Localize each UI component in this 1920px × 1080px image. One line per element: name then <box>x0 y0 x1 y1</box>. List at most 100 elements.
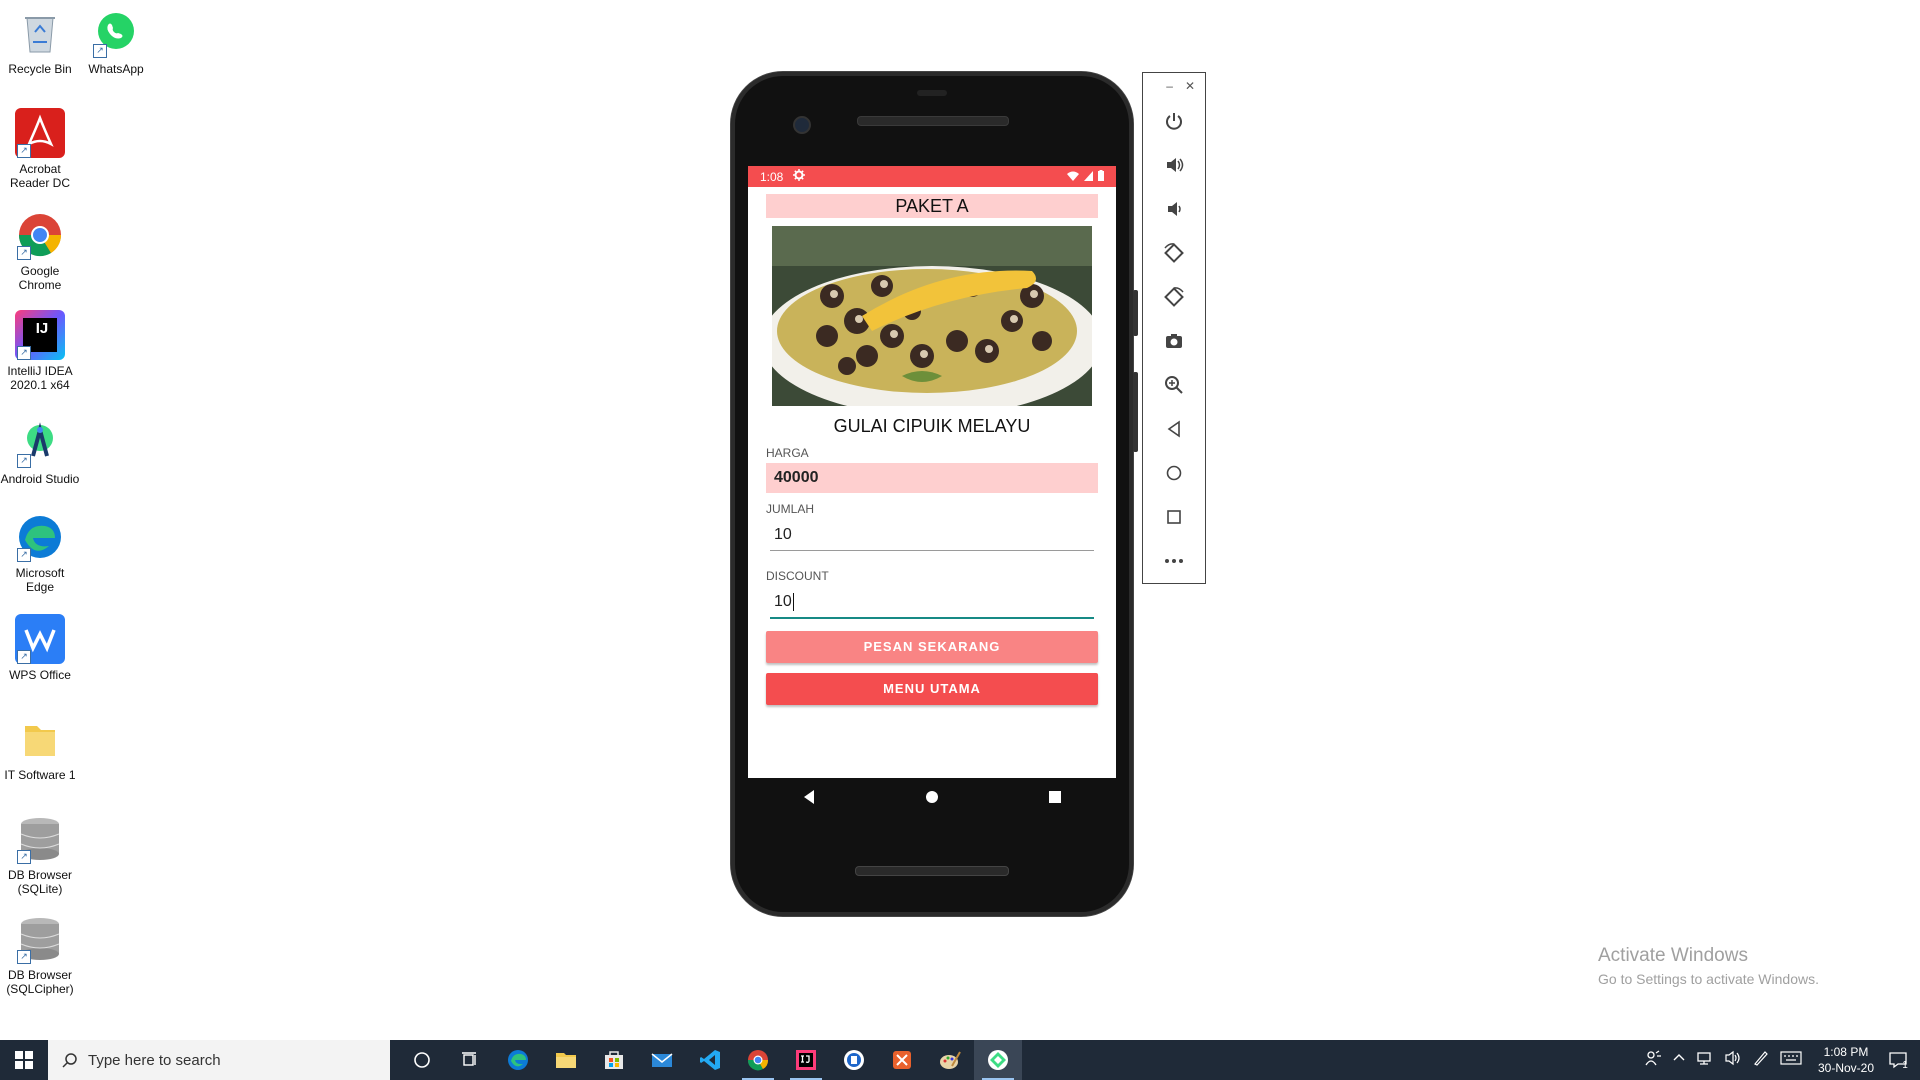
intellij-icon <box>796 1050 816 1070</box>
rotate-left-button[interactable] <box>1143 231 1205 275</box>
taskbar-edge[interactable] <box>494 1040 542 1080</box>
pesan-sekarang-button[interactable]: PESAN SEKARANG <box>766 631 1098 663</box>
desktop-icon-label: WhatsApp <box>88 62 144 76</box>
taskbar-android-emulator[interactable] <box>974 1040 1022 1080</box>
taskbar-file-explorer[interactable] <box>542 1040 590 1080</box>
overview-icon <box>1167 510 1181 524</box>
desktop-icon-intellij[interactable]: IJ ↗ IntelliJ IDEA 2020.1 x64 <box>0 310 80 392</box>
bottom-speaker <box>855 866 1009 876</box>
desktop-icon-it-software[interactable]: IT Software 1 <box>0 714 80 782</box>
taskbar-app-orange[interactable] <box>878 1040 926 1080</box>
edge-icon: ↗ <box>15 512 65 562</box>
overview-button[interactable] <box>1143 495 1205 539</box>
phone-screen: 1:08 PAKET A GULAI CIPUIK MELAYU HARGA 4… <box>748 166 1116 778</box>
volume-down-button[interactable] <box>1143 187 1205 231</box>
taskbar-vscode[interactable] <box>686 1040 734 1080</box>
menu-utama-button[interactable]: MENU UTAMA <box>766 673 1098 705</box>
minimize-icon[interactable]: – <box>1166 79 1173 93</box>
taskbar-search-box[interactable]: Type here to search <box>48 1040 390 1080</box>
back-icon <box>1167 420 1180 438</box>
task-view-button[interactable] <box>446 1040 494 1080</box>
speaker-icon[interactable] <box>1724 1050 1742 1071</box>
notification-center-button[interactable]: 1 <box>1884 1040 1912 1080</box>
taskbar-chrome[interactable] <box>734 1040 782 1080</box>
windows-logo-icon <box>15 1051 33 1069</box>
nav-overview-icon[interactable] <box>1047 789 1063 810</box>
taskbar-intellij[interactable] <box>782 1040 830 1080</box>
jumlah-label: JUMLAH <box>766 502 815 516</box>
dish-name: GULAI CIPUIK MELAYU <box>833 416 1031 436</box>
desktop-icon-db-browser-sqlite[interactable]: ↗ DB Browser (SQLite) <box>0 814 80 896</box>
wifi-icon <box>1067 170 1079 184</box>
desktop-icon-android-studio[interactable]: ↗ Android Studio <box>0 418 80 486</box>
desktop-icon-edge[interactable]: ↗ Microsoft Edge <box>0 512 80 594</box>
start-button[interactable] <box>0 1040 48 1080</box>
desktop-icon-whatsapp[interactable]: ↗ WhatsApp <box>76 8 156 76</box>
shortcut-arrow-icon: ↗ <box>93 44 107 58</box>
nav-home-icon[interactable] <box>924 789 940 810</box>
shortcut-arrow-icon: ↗ <box>17 850 31 864</box>
phone-top-slot <box>917 90 947 96</box>
discount-label: DISCOUNT <box>766 569 829 583</box>
desktop-icon-recycle-bin[interactable]: Recycle Bin <box>0 8 80 76</box>
taskbar-store[interactable] <box>590 1040 638 1080</box>
power-button[interactable] <box>1143 99 1205 143</box>
watermark-subtitle: Go to Settings to activate Windows. <box>1598 971 1819 987</box>
system-tray: 1:08 PM 30-Nov-20 1 <box>1644 1040 1920 1080</box>
discount-input[interactable]: 10 <box>770 587 1094 619</box>
taskbar-app-blue[interactable] <box>830 1040 878 1080</box>
back-button[interactable] <box>1143 407 1205 451</box>
edge-icon <box>508 1050 528 1070</box>
close-icon[interactable]: ✕ <box>1185 79 1195 93</box>
taskbar-mail[interactable] <box>638 1040 686 1080</box>
desktop-icon-wps[interactable]: ↗ WPS Office <box>0 614 80 682</box>
rotate-right-button[interactable] <box>1143 275 1205 319</box>
desktop-icon-label: Microsoft Edge <box>15 566 65 594</box>
desktop-icon-label: Acrobat Reader DC <box>9 162 71 190</box>
discount-input-value: 10 <box>774 593 792 610</box>
emulator-toolbar: – ✕ <box>1142 72 1206 584</box>
shortcut-arrow-icon: ↗ <box>17 548 31 562</box>
taskbar-paint[interactable] <box>926 1040 974 1080</box>
watermark-title: Activate Windows <box>1598 945 1748 966</box>
desktop-icon-chrome[interactable]: ↗ Google Chrome <box>0 210 80 292</box>
shortcut-arrow-icon: ↗ <box>17 950 31 964</box>
harga-label: HARGA <box>766 446 809 460</box>
desktop-icon-label: Recycle Bin <box>8 62 72 76</box>
desktop-icon-label: IT Software 1 <box>4 768 76 782</box>
chevron-up-icon[interactable] <box>1672 1051 1686 1070</box>
status-time: 1:08 <box>760 169 784 184</box>
emulator-phone: 1:08 PAKET A GULAI CIPUIK MELAYU HARGA 4… <box>731 72 1138 916</box>
more-icon <box>1165 559 1183 563</box>
network-icon[interactable] <box>1696 1050 1714 1071</box>
rotate-left-icon <box>1164 243 1184 263</box>
volume-up-button[interactable] <box>1143 143 1205 187</box>
taskbar-clock[interactable]: 1:08 PM 30-Nov-20 <box>1818 1044 1874 1076</box>
cortana-button[interactable] <box>398 1040 446 1080</box>
battery-icon <box>1098 169 1104 184</box>
home-button[interactable] <box>1143 451 1205 495</box>
keyboard-icon[interactable] <box>1780 1050 1802 1070</box>
status-bar: 1:08 <box>748 166 1116 187</box>
nav-back-icon[interactable] <box>801 789 817 810</box>
android-studio-icon: ↗ <box>15 418 65 468</box>
more-button[interactable] <box>1143 539 1205 583</box>
chrome-icon <box>747 1050 769 1071</box>
people-icon[interactable] <box>1644 1049 1662 1072</box>
zoom-button[interactable] <box>1143 363 1205 407</box>
search-icon <box>62 1053 77 1068</box>
volume-up-icon <box>1167 158 1184 172</box>
front-camera <box>793 116 811 134</box>
harga-value: 40000 <box>766 463 1098 493</box>
desktop-icon-acrobat[interactable]: ↗ Acrobat Reader DC <box>0 108 80 190</box>
folder-icon <box>15 714 65 764</box>
desktop-icon-db-browser-sqlcipher[interactable]: ↗ DB Browser (SQLCipher) <box>0 914 80 996</box>
power-icon <box>1166 113 1182 130</box>
wps-office-icon: ↗ <box>15 614 65 664</box>
paint-icon <box>940 1051 961 1069</box>
screenshot-button[interactable] <box>1143 319 1205 363</box>
desktop-icon-label: Google Chrome <box>18 264 62 292</box>
pen-icon[interactable] <box>1752 1050 1770 1071</box>
signal-icon <box>1084 170 1093 184</box>
jumlah-input[interactable]: 10 <box>770 520 1094 551</box>
